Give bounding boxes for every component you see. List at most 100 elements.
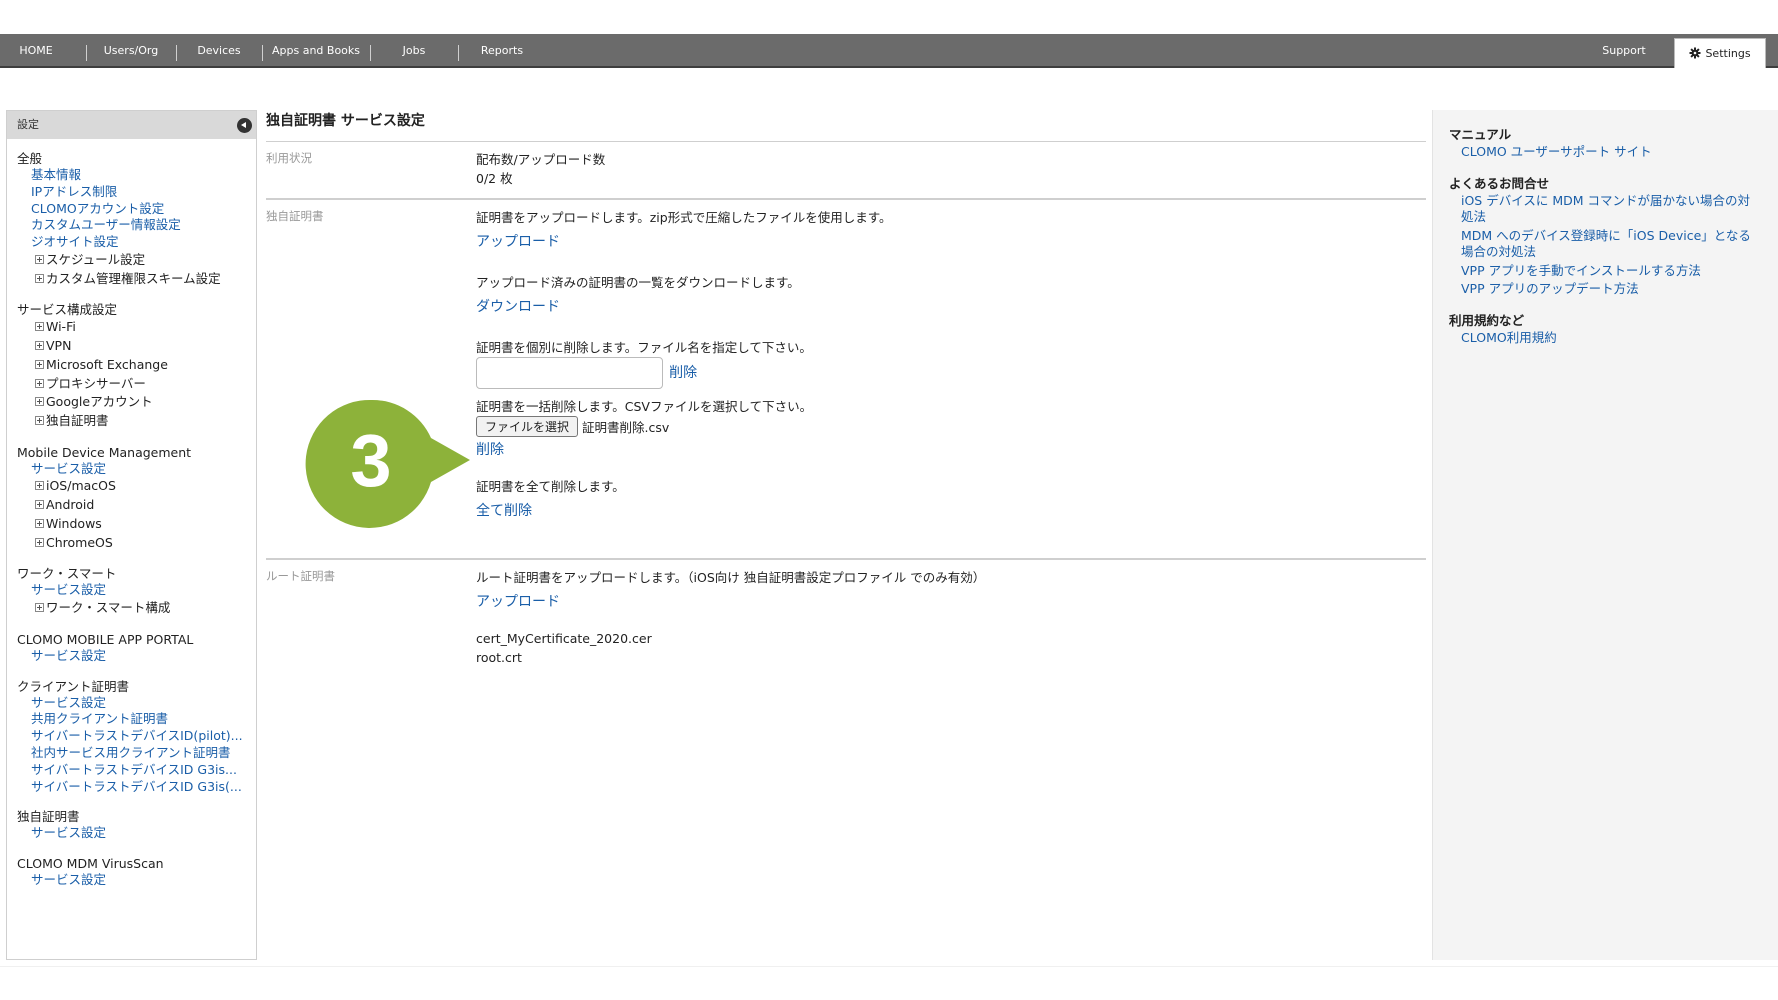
cert-delete-single-desc: 証明書を個別に削除します。ファイル名を指定して下さい。 xyxy=(476,340,812,355)
sidebar-item-label: Googleアカウント xyxy=(46,394,153,410)
help-link[interactable]: CLOMO利用規約 xyxy=(1449,330,1762,347)
help-section: 利用規約など CLOMO利用規約 xyxy=(1449,312,1762,347)
sidebar-section: 独自証明書 サービス設定 xyxy=(17,809,246,842)
sidebar-expandable-item[interactable]: ワーク・スマート構成 xyxy=(17,599,246,618)
page-bottom-rule xyxy=(0,966,1778,967)
usage-value: 0/2 枚 xyxy=(476,171,513,186)
sidebar-section: クライアント証明書 サービス設定 共用クライアント証明書 サイバートラストデバイスID… xyxy=(17,679,246,796)
sidebar-link[interactable]: CLOMOアカウント設定 xyxy=(17,201,246,218)
help-pane: マニュアル CLOMO ユーザーサポート サイト よくあるお問合せ iOS デバイスに… xyxy=(1432,110,1778,960)
sidebar-link[interactable]: サービス設定 xyxy=(17,648,246,665)
sidebar-link[interactable]: サイバートラストデバイスID(pilot)... xyxy=(17,728,246,745)
nav-settings[interactable]: Settings xyxy=(1674,38,1766,68)
expand-plus-icon[interactable] xyxy=(35,322,44,332)
expand-plus-icon[interactable] xyxy=(35,273,44,283)
help-link[interactable]: CLOMO ユーザーサポート サイト xyxy=(1449,144,1762,161)
help-link[interactable]: VPP アプリのアップデート方法 xyxy=(1449,281,1762,298)
cert-download-link[interactable]: ダウンロード xyxy=(476,299,560,315)
expand-plus-icon[interactable] xyxy=(35,378,44,388)
cert-download-desc: アップロード済みの証明書の一覧をダウンロードします。 xyxy=(476,275,800,290)
cert-delete-bulk-desc: 証明書を一括削除します。CSVファイルを選択して下さい。 xyxy=(476,399,813,414)
nav-reports[interactable]: Reports xyxy=(458,34,546,66)
sidebar-section: サービス構成設定 Wi-Fi VPN Microsoft Exchange プロキシサー… xyxy=(17,302,246,430)
help-section-title: よくあるお問合せ xyxy=(1449,175,1550,191)
sidebar-link[interactable]: 共用クライアント証明書 xyxy=(17,711,246,728)
sidebar-expandable-item[interactable]: Googleアカウント xyxy=(17,393,246,412)
sidebar-link[interactable]: サービス設定 xyxy=(17,582,246,599)
expand-plus-icon[interactable] xyxy=(35,481,44,491)
help-section: よくあるお問合せ iOS デバイスに MDM コマンドが届かない場合の対処法 MDM… xyxy=(1449,175,1762,298)
nav-home[interactable]: HOME xyxy=(0,34,72,66)
expand-plus-icon[interactable] xyxy=(35,603,44,613)
sidebar-item-label: サービス設定 xyxy=(31,872,107,888)
settings-sidebar: 設定 全般 基本情報 IPアドレス制限 CLOMOアカウント設定 カスタムユーザー情報設… xyxy=(6,110,257,960)
usage-label: 利用状況 xyxy=(266,151,312,165)
sidebar-item-label: 社内サービス用クライアント証明書 xyxy=(31,744,231,760)
sidebar-item-label: Android xyxy=(46,497,95,513)
cert-upload-link[interactable]: アップロード xyxy=(476,234,560,250)
nav-support[interactable]: Support xyxy=(1580,34,1668,66)
sidebar-expandable-item[interactable]: プロキシサーバー xyxy=(17,375,246,394)
expand-plus-icon[interactable] xyxy=(35,537,44,547)
expand-plus-icon[interactable] xyxy=(35,341,44,351)
expand-plus-icon[interactable] xyxy=(35,254,44,264)
sidebar-expandable-item[interactable]: カスタム管理権限スキーム設定 xyxy=(17,270,246,289)
cert-delete-single-link[interactable]: 削除 xyxy=(669,365,697,381)
expand-plus-icon[interactable] xyxy=(35,518,44,528)
sidebar-expandable-item[interactable]: Android xyxy=(17,496,246,515)
help-link[interactable]: MDM へのデバイス登録時に「iOS Device」となる場合の対処法 xyxy=(1449,228,1762,261)
sidebar-expandable-item[interactable]: ChromeOS xyxy=(17,534,246,553)
sidebar-expandable-item[interactable]: iOS/macOS xyxy=(17,477,246,496)
sidebar-link[interactable]: サービス設定 xyxy=(17,825,246,842)
sidebar-item-label: Microsoft Exchange xyxy=(46,356,168,372)
sidebar-link[interactable]: サイバートラストデバイスID G3is(... xyxy=(17,779,246,796)
sidebar-link[interactable]: 社内サービス用クライアント証明書 xyxy=(17,745,246,762)
sidebar-item-label: 共用クライアント証明書 xyxy=(31,711,169,727)
cert-delete-all-link[interactable]: 全て削除 xyxy=(476,503,532,519)
cert-label: 独自証明書 xyxy=(266,209,324,223)
sidebar-link[interactable]: サービス設定 xyxy=(17,695,246,712)
sidebar-section-title: Mobile Device Management xyxy=(17,444,192,460)
sidebar-expandable-item[interactable]: 独自証明書 xyxy=(17,412,246,431)
sidebar-title: 設定 xyxy=(17,118,39,131)
sidebar-item-label: ジオサイト設定 xyxy=(31,234,119,250)
help-link[interactable]: iOS デバイスに MDM コマンドが届かない場合の対処法 xyxy=(1449,193,1762,226)
sidebar-item-label: サービス設定 xyxy=(31,647,107,663)
sidebar-link[interactable]: ジオサイト設定 xyxy=(17,234,246,251)
cert-filename-input[interactable] xyxy=(476,357,663,389)
choose-file-button[interactable]: ファイルを選択 xyxy=(476,416,579,437)
sidebar-item-label: サービス設定 xyxy=(31,460,107,476)
nav-apps-and-books[interactable]: Apps and Books xyxy=(262,34,370,66)
root-upload-link[interactable]: アップロード xyxy=(476,594,560,610)
sidebar-link[interactable]: サイバートラストデバイスID G3is... xyxy=(17,762,246,779)
cert-delete-bulk-link[interactable]: 削除 xyxy=(476,442,504,458)
expand-plus-icon[interactable] xyxy=(35,500,44,510)
sidebar-section: 全般 基本情報 IPアドレス制限 CLOMOアカウント設定 カスタムユーザー情報設定 ジオ… xyxy=(17,151,246,288)
help-link[interactable]: VPP アプリを手動でインストールする方法 xyxy=(1449,263,1762,280)
nav-users-org[interactable]: Users/Org xyxy=(86,34,176,66)
sidebar-link[interactable]: カスタムユーザー情報設定 xyxy=(17,217,246,234)
sidebar-expandable-item[interactable]: Wi-Fi xyxy=(17,318,246,337)
sidebar-expandable-item[interactable]: VPN xyxy=(17,337,246,356)
nav-devices[interactable]: Devices xyxy=(176,34,262,66)
sidebar-section: CLOMO MDM VirusScan サービス設定 xyxy=(17,856,246,889)
sidebar-item-label: CLOMOアカウント設定 xyxy=(31,200,165,216)
chosen-file-name: 証明書削除.csv xyxy=(582,420,670,435)
expand-plus-icon[interactable] xyxy=(35,359,44,369)
sidebar-expandable-item[interactable]: Microsoft Exchange xyxy=(17,356,246,375)
sidebar-expandable-item[interactable]: Windows xyxy=(17,515,246,534)
sidebar-link[interactable]: サービス設定 xyxy=(17,872,246,889)
sidebar-expandable-item[interactable]: スケジュール設定 xyxy=(17,251,246,270)
sidebar-link[interactable]: IPアドレス制限 xyxy=(17,184,246,201)
nav-jobs[interactable]: Jobs xyxy=(370,34,458,66)
expand-plus-icon[interactable] xyxy=(35,415,44,425)
sidebar-link[interactable]: 基本情報 xyxy=(17,167,246,184)
collapse-sidebar-icon[interactable] xyxy=(237,118,252,133)
gear-icon xyxy=(1689,47,1701,59)
sidebar-section-title: 独自証明書 xyxy=(17,809,80,825)
sidebar-item-label: サイバートラストデバイスID G3is(... xyxy=(31,778,242,794)
root-label: ルート証明書 xyxy=(266,569,335,583)
sidebar-link[interactable]: サービス設定 xyxy=(17,461,246,478)
usage-row: 利用状況 配布数/アップロード数 0/2 枚 xyxy=(266,142,1426,200)
expand-plus-icon[interactable] xyxy=(35,397,44,407)
